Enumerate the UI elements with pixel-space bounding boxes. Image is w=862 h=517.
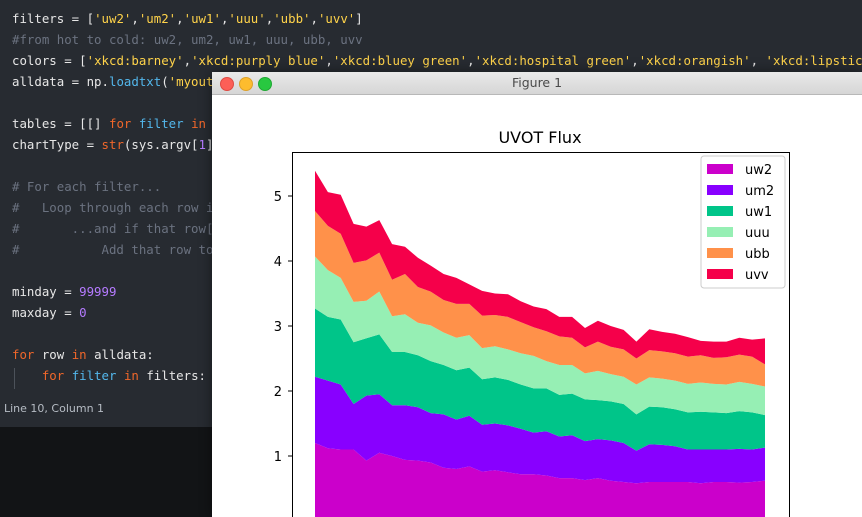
code-token: row bbox=[34, 347, 72, 362]
code-token: filters: bbox=[138, 368, 206, 383]
code-token: filter bbox=[138, 116, 184, 131]
code-line[interactable]: # Loop through each row in bbox=[12, 197, 221, 218]
code-token: tables = [[] bbox=[12, 116, 109, 131]
code-line[interactable]: chartType = str(sys.argv[1]) bbox=[12, 134, 221, 155]
code-line[interactable]: colors = ['xkcd:barney','xkcd:purply blu… bbox=[12, 50, 862, 71]
code-line[interactable]: alldata = np.loadtxt('myoutpu bbox=[12, 71, 228, 92]
code-line[interactable]: for filter in filters: bbox=[12, 365, 206, 386]
code-token: ] bbox=[355, 11, 363, 26]
chart-areas bbox=[315, 170, 765, 517]
figure-window[interactable]: Figure 1 UVOT Flux 1 2 3 4 5 uw2 um2 uw1 uuu ubb… bbox=[212, 72, 862, 517]
code-token: 'uw2' bbox=[94, 11, 132, 26]
legend-label-uw1: uw1 bbox=[745, 205, 772, 220]
y-tick-label: 3 bbox=[274, 320, 282, 335]
code-line[interactable]: maxday = 0 bbox=[12, 302, 87, 323]
window-title: Figure 1 bbox=[511, 75, 563, 90]
code-token: 'xkcd:bluey green' bbox=[332, 53, 468, 68]
code-line[interactable]: #from hot to cold: uw2, um2, uw1, uuu, u… bbox=[12, 29, 363, 50]
y-tick-label: 2 bbox=[274, 385, 282, 400]
window-titlebar[interactable]: Figure 1 bbox=[212, 72, 862, 95]
code-token: ( bbox=[161, 74, 169, 89]
code-token: , bbox=[183, 53, 192, 68]
code-token: maxday = bbox=[12, 305, 80, 320]
y-axis: 1 2 3 4 5 bbox=[274, 190, 293, 465]
code-token: # ...and if that row[1] bbox=[12, 221, 229, 236]
code-token: 'xkcd:lipstick' bbox=[765, 53, 862, 68]
code-line[interactable]: # Add that row to t bbox=[12, 239, 228, 260]
legend-swatch-uw2 bbox=[707, 164, 733, 174]
legend-swatch-uuu bbox=[707, 227, 733, 237]
code-token: (sys.argv[ bbox=[123, 137, 199, 152]
code-token: , bbox=[325, 53, 333, 68]
y-tick-label: 1 bbox=[274, 450, 282, 465]
code-token: filter bbox=[71, 368, 117, 383]
status-bar-position: Line 10, Column 1 bbox=[4, 402, 105, 415]
code-line[interactable]: tables = [[] for filter in fi bbox=[12, 113, 228, 134]
legend-swatch-ubb bbox=[707, 248, 733, 258]
legend-swatch-uvv bbox=[707, 269, 733, 279]
code-token: filters = [ bbox=[12, 11, 95, 26]
legend-swatch-uw1 bbox=[707, 206, 733, 216]
code-token: 0 bbox=[79, 305, 87, 320]
code-token: str bbox=[101, 137, 124, 152]
code-token: minday = bbox=[12, 284, 80, 299]
code-token: 'um2' bbox=[138, 11, 177, 26]
code-token: alldata = np. bbox=[12, 74, 109, 89]
legend-label-ubb: ubb bbox=[745, 247, 770, 262]
code-token: chartType = bbox=[12, 137, 102, 152]
legend-label-uuu: uuu bbox=[745, 226, 770, 241]
legend-box bbox=[700, 155, 786, 289]
code-token: alldata: bbox=[86, 347, 154, 362]
uvot-flux-chart: UVOT Flux 1 2 3 4 5 uw2 um2 uw1 uuu ubb uvv bbox=[274, 128, 790, 517]
code-token: 'ubb' bbox=[273, 11, 311, 26]
legend-swatch-um2 bbox=[707, 185, 733, 195]
code-token: , bbox=[631, 53, 639, 68]
code-token: # Loop through each row in bbox=[12, 200, 221, 215]
code-token: colors = [ bbox=[12, 53, 87, 68]
code-token: 'xkcd:purply blue' bbox=[191, 53, 326, 68]
y-tick-label: 5 bbox=[274, 190, 282, 205]
code-token: 'xkcd:barney' bbox=[86, 53, 184, 68]
code-token: 99999 bbox=[79, 284, 117, 299]
code-line[interactable]: for row in alldata: bbox=[12, 344, 154, 365]
code-token: , bbox=[310, 11, 318, 26]
code-token: loadtxt bbox=[108, 74, 162, 89]
code-token: 1 bbox=[198, 137, 206, 152]
code-token: # For each filter... bbox=[12, 179, 162, 194]
legend-label-um2: um2 bbox=[745, 184, 774, 199]
code-token: in bbox=[191, 116, 206, 131]
code-line[interactable]: filters = ['uw2','um2','uw1','uuu','ubb'… bbox=[12, 8, 363, 29]
legend-label-uvv: uvv bbox=[745, 268, 769, 283]
code-token: # Add that row to t bbox=[12, 242, 229, 257]
code-token: , bbox=[750, 53, 766, 68]
code-token: for bbox=[108, 116, 132, 131]
legend-label-uw2: uw2 bbox=[745, 163, 772, 178]
code-token: in bbox=[71, 347, 87, 362]
chart-legend: uw2 um2 uw1 uuu ubb uvv bbox=[700, 155, 786, 289]
code-token: for bbox=[12, 347, 35, 362]
indent-guide bbox=[14, 368, 15, 389]
y-tick-label: 4 bbox=[274, 255, 282, 270]
code-line[interactable]: # ...and if that row[1] bbox=[12, 218, 228, 239]
chart-title: UVOT Flux bbox=[498, 128, 581, 147]
code-token: 'uuu' bbox=[228, 11, 266, 26]
code-line[interactable]: # For each filter... bbox=[12, 176, 161, 197]
code-line[interactable]: minday = 99999 bbox=[12, 281, 116, 302]
code-token: for bbox=[41, 368, 65, 383]
code-token: in bbox=[123, 368, 139, 383]
code-token: 'uw1' bbox=[183, 11, 221, 26]
code-token: , bbox=[176, 11, 184, 26]
code-token: #from hot to cold: uw2, um2, uw1, uuu, u… bbox=[12, 32, 363, 47]
code-token: , bbox=[131, 11, 139, 26]
code-token: , bbox=[467, 53, 475, 68]
code-token: 'xkcd:hospital green' bbox=[474, 53, 632, 68]
code-token: 'xkcd:orangish' bbox=[638, 53, 751, 68]
code-token: 'uvv' bbox=[317, 11, 356, 26]
